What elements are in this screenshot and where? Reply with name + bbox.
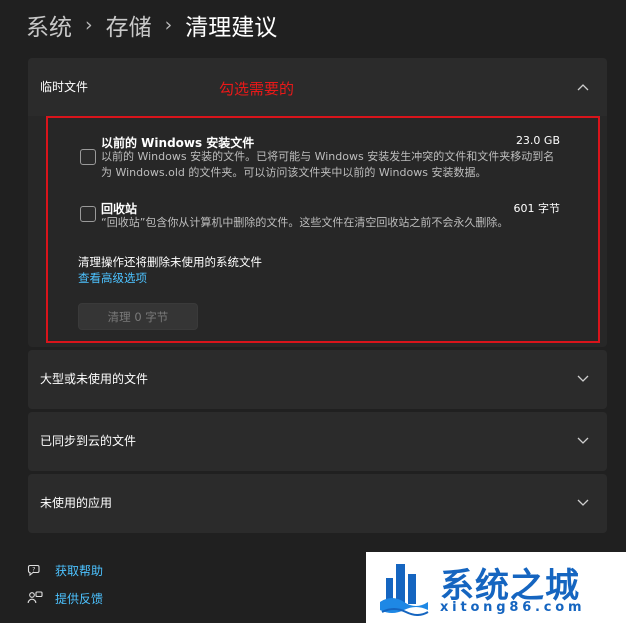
checkbox-previous-windows[interactable] xyxy=(80,149,96,165)
clean-button[interactable]: 清理 0 字节 xyxy=(78,303,198,330)
get-help-link[interactable]: ? 获取帮助 xyxy=(26,561,103,579)
section-header-temporary-files[interactable]: 临时文件 xyxy=(28,58,607,116)
feedback-icon xyxy=(26,589,44,607)
checkbox-recycle-bin[interactable] xyxy=(80,206,96,222)
watermark-url: xitong86.com xyxy=(440,600,586,615)
chevron-up-icon[interactable] xyxy=(577,58,591,116)
chevron-right-icon: › xyxy=(164,14,173,36)
breadcrumb: 系统 › 存储 › 清理建议 xyxy=(26,8,277,42)
feedback-label: 提供反馈 xyxy=(55,591,104,606)
chevron-down-icon xyxy=(577,412,591,471)
chevron-down-icon xyxy=(577,350,591,409)
breadcrumb-item-system[interactable]: 系统 xyxy=(26,8,72,42)
advanced-options-link[interactable]: 查看高级选项 xyxy=(78,270,147,286)
cleanup-note: 清理操作还将删除未使用的系统文件 xyxy=(78,255,262,269)
option-previous-windows: 以前的 Windows 安装文件 23.0 GB 以前的 Windows 安装的… xyxy=(80,134,560,186)
section-title: 已同步到云的文件 xyxy=(40,434,137,448)
section-cloud-synced-files[interactable]: 已同步到云的文件 xyxy=(28,412,607,471)
option-recycle-bin: 回收站 601 字节 “回收站”包含你从计算机中删除的文件。这些文件在清空回收站… xyxy=(80,200,560,236)
section-title: 临时文件 xyxy=(40,80,89,94)
feedback-link[interactable]: 提供反馈 xyxy=(26,589,103,607)
section-large-unused-files[interactable]: 大型或未使用的文件 xyxy=(28,350,607,409)
annotation-label: 勾选需要的 xyxy=(219,80,295,98)
option-description: “回收站”包含你从计算机中删除的文件。这些文件在清空回收站之前不会永久删除。 xyxy=(101,216,509,229)
svg-text:?: ? xyxy=(32,566,35,573)
section-unused-apps[interactable]: 未使用的应用 xyxy=(28,474,607,533)
option-size: 601 字节 xyxy=(513,202,561,215)
section-temporary-files: 临时文件 xyxy=(28,58,607,116)
get-help-label: 获取帮助 xyxy=(55,563,104,578)
chevron-down-icon xyxy=(577,474,591,533)
watermark-logo-icon xyxy=(378,560,430,616)
option-description: 以前的 Windows 安装的文件。已将可能与 Windows 安装发生冲突的文… xyxy=(101,150,555,179)
page-title: 清理建议 xyxy=(185,15,278,41)
chevron-right-icon: › xyxy=(85,14,93,36)
breadcrumb-item-storage[interactable]: 存储 xyxy=(106,8,152,42)
help-icon: ? xyxy=(26,561,44,579)
option-size: 23.0 GB xyxy=(515,134,560,147)
watermark: 系统之城 xitong86.com xyxy=(366,552,626,623)
section-title: 未使用的应用 xyxy=(40,496,113,510)
section-title: 大型或未使用的文件 xyxy=(40,372,149,386)
